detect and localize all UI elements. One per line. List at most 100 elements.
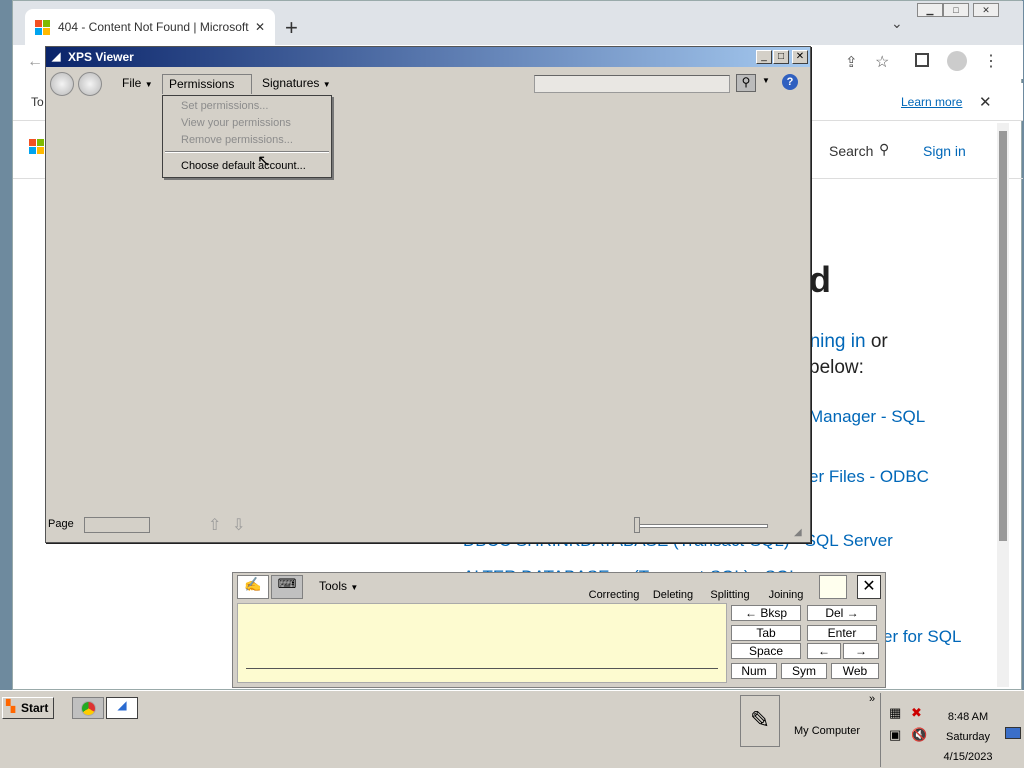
xps-app-icon: ◢ — [52, 51, 61, 63]
signatures-menu[interactable]: Signatures ▼ — [256, 74, 337, 94]
clock-date: 4/15/2023 — [943, 751, 993, 763]
permissions-menu[interactable]: Permissions ▼ — [162, 74, 252, 108]
suggested-link-2[interactable]: er Files - ODBC — [809, 467, 929, 487]
page-number-input[interactable] — [84, 517, 150, 533]
back-icon[interactable]: ← — [27, 53, 43, 71]
xps-search-icon[interactable]: ⚲ — [736, 74, 756, 92]
volume-muted-icon[interactable]: 🔇 — [911, 727, 927, 743]
microsoft-logo-icon — [35, 19, 50, 35]
zoom-slider-thumb[interactable] — [634, 517, 640, 533]
page-label: Page — [48, 518, 74, 530]
sym-key[interactable]: Sym — [781, 663, 827, 679]
tools-arrow-icon: ▼ — [350, 583, 359, 592]
set-permissions-item: Set permissions... — [181, 100, 269, 112]
tab-key[interactable]: Tab — [731, 625, 801, 641]
enter-key[interactable]: Enter — [807, 625, 877, 641]
help-icon[interactable]: ? — [782, 74, 798, 90]
side-panel-icon[interactable] — [915, 53, 929, 67]
page-heading: d — [809, 259, 831, 300]
prev-page-icon[interactable]: ⇧ — [208, 515, 221, 535]
clock[interactable]: 8:48 AM Saturday 4/15/2023 — [938, 707, 998, 767]
correcting-button[interactable]: Correcting — [587, 575, 641, 603]
sign-in-link[interactable]: Sign in — [923, 143, 966, 159]
site-search-button[interactable]: Search — [829, 143, 873, 159]
browser-tab[interactable]: 404 - Content Not Found | Microsoft ✕ — [25, 9, 275, 45]
desktop-icon[interactable] — [1005, 727, 1021, 739]
resize-grip-icon[interactable]: ◢ — [794, 527, 802, 538]
my-computer-label: My Computer — [794, 725, 861, 737]
minimize-icon[interactable]: ▁ — [917, 3, 943, 17]
delete-key[interactable]: Del → — [807, 605, 877, 621]
maximize-icon[interactable]: □ — [943, 3, 969, 17]
network-error-icon[interactable]: ✖ — [911, 705, 922, 721]
deleting-button[interactable]: Deleting — [646, 575, 700, 603]
tray-expand-icon[interactable]: » — [869, 693, 875, 705]
back-nav-icon[interactable] — [50, 72, 74, 96]
tablet-pc-icon[interactable]: ✎ — [740, 695, 780, 747]
xps-menu-bar: File ▼ Permissions ▼ Signatures ▼ ⚲ ▼ ? — [46, 68, 810, 108]
signatures-menu-label: Signatures — [262, 76, 320, 90]
menu-kebab-icon[interactable]: ⋮ — [983, 51, 999, 71]
close-icon[interactable]: ✕ — [973, 3, 999, 17]
share-icon[interactable]: ⇪ — [845, 53, 858, 71]
tip-close-icon[interactable]: ✕ — [857, 575, 881, 599]
site-logo-icon[interactable] — [29, 139, 44, 154]
tab-title: 404 - Content Not Found | Microsoft — [58, 20, 249, 34]
backspace-key[interactable]: ← Bksp — [731, 605, 801, 621]
scrollbar-thumb[interactable] — [999, 131, 1007, 541]
xps-maximize-icon[interactable]: □ — [773, 50, 789, 64]
mouse-cursor-icon: ↖ — [257, 153, 271, 170]
new-tab-icon[interactable]: + — [285, 15, 298, 41]
xps-taskbar-icon[interactable]: ◢ — [106, 697, 138, 719]
file-menu[interactable]: File ▼ — [116, 74, 159, 94]
search-options-arrow-icon[interactable]: ▼ — [762, 76, 770, 85]
infobar-text: To — [31, 95, 44, 109]
file-menu-label: File — [122, 76, 142, 90]
suggested-link-5[interactable]: er for SQL — [883, 627, 961, 647]
view-permissions-item: View your permissions — [181, 117, 291, 129]
close-tab-icon[interactable]: ✕ — [255, 20, 265, 34]
choose-default-account-item[interactable]: Choose default account... — [181, 160, 306, 172]
page-scrollbar[interactable] — [997, 123, 1009, 687]
keyboard-icon[interactable]: ⌨ — [271, 575, 303, 599]
network-icon[interactable]: ▦ — [889, 705, 901, 721]
tip-help-icon[interactable] — [819, 575, 847, 599]
learn-more-link[interactable]: Learn more — [901, 95, 962, 109]
space-key[interactable]: Space — [731, 643, 801, 659]
tab-strip: 404 - Content Not Found | Microsoft ✕ + … — [13, 1, 1023, 45]
web-key[interactable]: Web — [831, 663, 879, 679]
chrome-taskbar-icon[interactable] — [72, 697, 104, 719]
right-arrow-key[interactable]: → — [843, 643, 879, 659]
num-key[interactable]: Num — [731, 663, 777, 679]
display-icon[interactable]: ▣ — [889, 727, 901, 743]
menu-separator — [165, 151, 329, 153]
splitting-button[interactable]: Splitting — [703, 575, 757, 603]
clock-day: Saturday — [945, 731, 991, 743]
profile-avatar[interactable] — [947, 51, 967, 71]
forward-nav-icon[interactable] — [78, 72, 102, 96]
body-text-1: gning in or — [799, 331, 888, 353]
bookmark-star-icon[interactable]: ☆ — [875, 52, 889, 72]
tip-tools-menu[interactable]: Tools ▼ — [319, 579, 358, 593]
writing-area[interactable] — [237, 603, 727, 683]
body-text-2: below: — [809, 357, 864, 378]
left-arrow-key[interactable]: ← — [807, 643, 841, 659]
xps-minimize-icon[interactable]: _ — [756, 50, 772, 64]
next-page-icon[interactable]: ⇩ — [232, 515, 245, 535]
xps-viewer-window: ◢ XPS Viewer _ □ ✕ File ▼ Permissions ▼ … — [45, 46, 811, 543]
tools-label: Tools — [319, 579, 348, 593]
search-icon[interactable]: ⚲ — [879, 141, 889, 158]
body-text-1-rest: or — [870, 331, 888, 352]
writing-pad-icon[interactable]: ✍ — [237, 575, 269, 599]
xps-search-input[interactable] — [534, 75, 730, 93]
joining-button[interactable]: Joining — [759, 575, 813, 603]
suggested-link-1[interactable]: Manager - SQL — [809, 407, 925, 427]
xps-title-bar[interactable]: ◢ XPS Viewer — [46, 47, 810, 67]
tab-search-chevron-icon[interactable]: ⌄ — [891, 15, 903, 32]
permissions-menu-label: Permissions — [169, 77, 235, 91]
zoom-slider[interactable] — [638, 524, 768, 528]
windows-flag-icon: ▚ — [6, 699, 16, 713]
xps-close-icon[interactable]: ✕ — [792, 50, 808, 64]
permissions-dropdown: Set permissions... View your permissions… — [162, 95, 332, 178]
close-infobar-icon[interactable]: ✕ — [979, 93, 992, 111]
